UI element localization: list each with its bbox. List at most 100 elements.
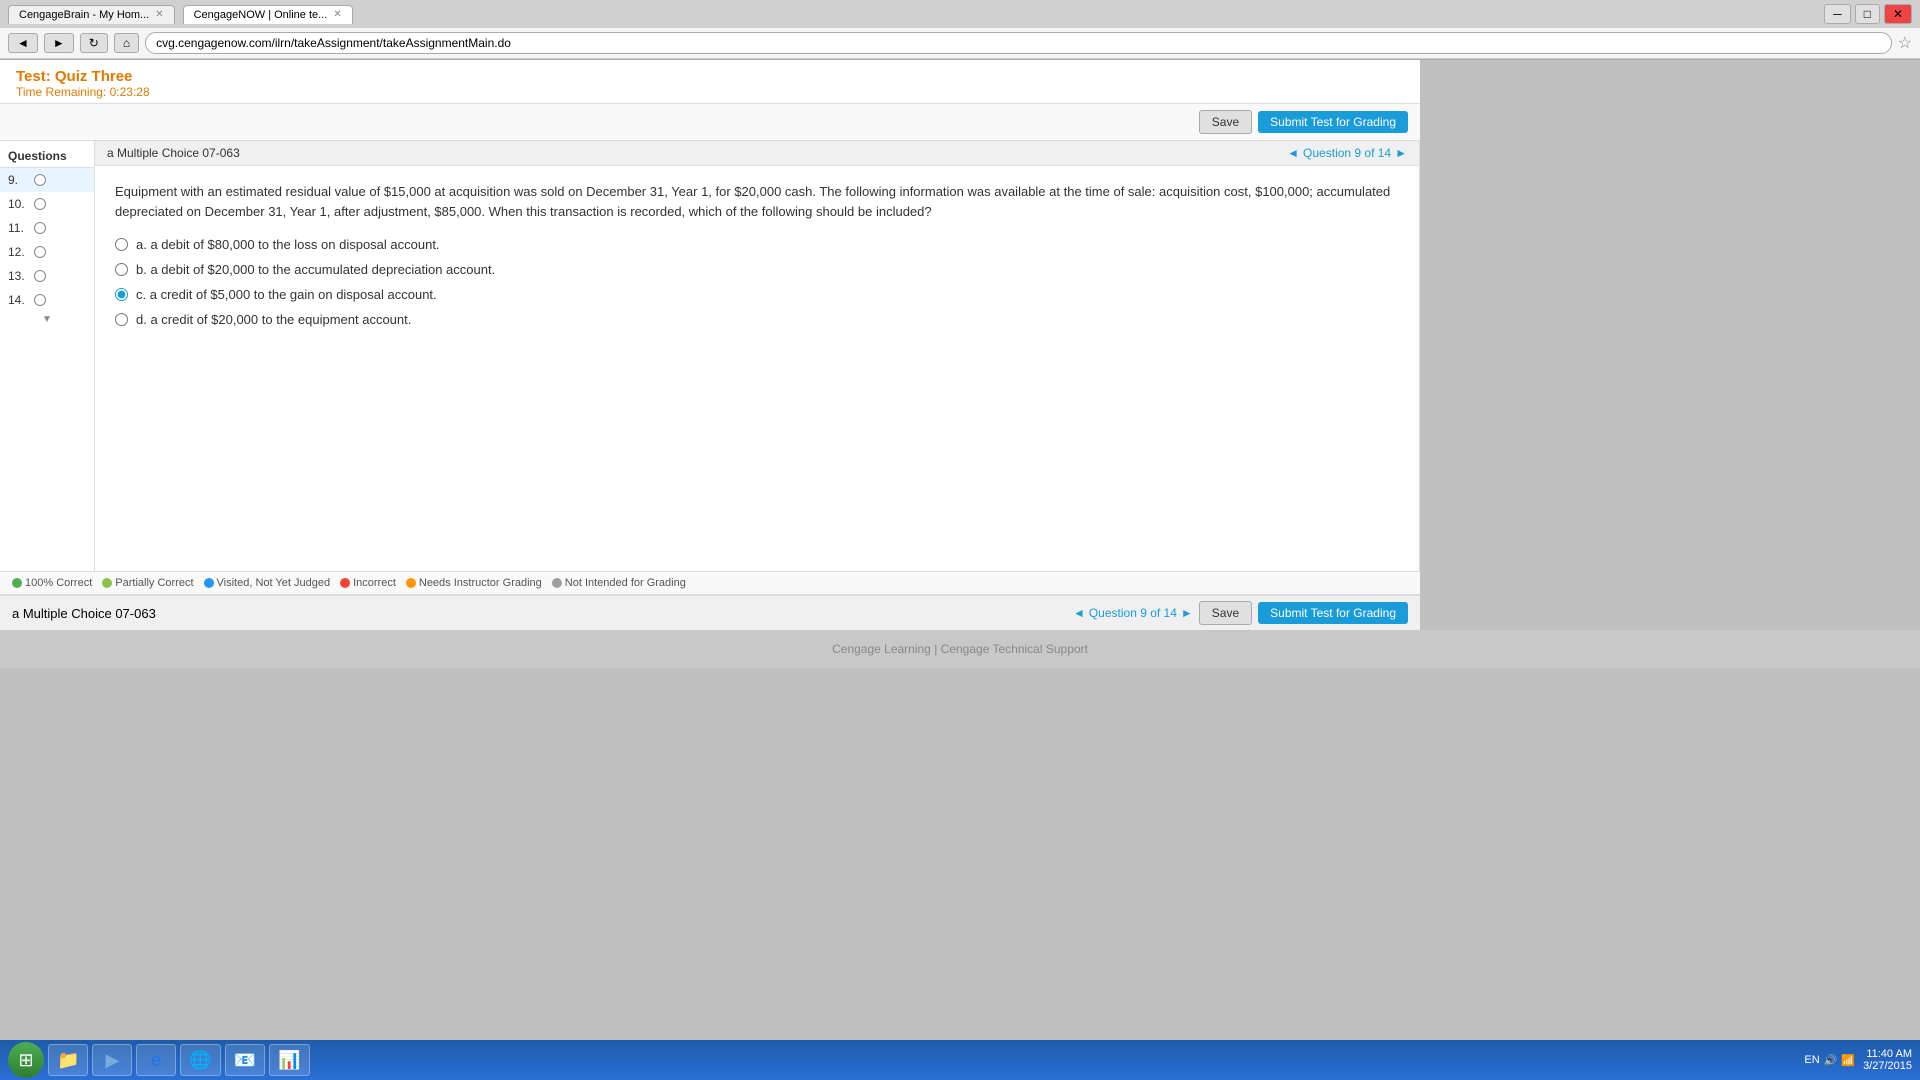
question-area: a Multiple Choice 07-063 ◄ Question 9 of… xyxy=(95,141,1420,571)
taskbar-app-video[interactable]: ▶ xyxy=(92,1044,132,1076)
bottom-save-button[interactable]: Save xyxy=(1199,601,1252,625)
taskbar-app-outlook[interactable]: 📧 xyxy=(225,1044,265,1076)
radio-b[interactable] xyxy=(115,263,128,276)
nav-next-icon[interactable]: ► xyxy=(1395,146,1407,160)
excel-icon: 📊 xyxy=(278,1050,300,1071)
legend-visited-dot xyxy=(204,578,214,588)
legend-correct: 100% Correct xyxy=(12,577,92,589)
main-layout: Questions 9. 10. 11. 12. 13. 1 xyxy=(0,141,1420,571)
q-num-12: 12. xyxy=(8,245,28,259)
q-radio-11 xyxy=(34,222,46,234)
tray-keyboard-icon: EN xyxy=(1804,1054,1819,1066)
sidebar-item-11[interactable]: 11. xyxy=(0,216,94,240)
sidebar-item-13[interactable]: 13. xyxy=(0,264,94,288)
bottom-right: ◄ Question 9 of 14 ► Save Submit Test fo… xyxy=(1073,601,1408,625)
tab-2[interactable]: CengageNOW | Online te... ✕ xyxy=(183,5,353,24)
question-label: a Multiple Choice 07-063 xyxy=(107,146,240,160)
legend-not-graded: Not Intended for Grading xyxy=(552,577,686,589)
footer-cengage-link[interactable]: Cengage Learning xyxy=(832,642,931,656)
tab-1-close[interactable]: ✕ xyxy=(155,9,163,20)
back-button[interactable]: ◄ xyxy=(8,33,38,53)
choice-c[interactable]: c. a credit of $5,000 to the gain on dis… xyxy=(115,287,1399,302)
sidebar-item-9[interactable]: 9. xyxy=(0,168,94,192)
legend-partial-dot xyxy=(102,578,112,588)
page-content: Test: Quiz Three Time Remaining: 0:23:28… xyxy=(0,60,1420,630)
question-nav: ◄ Question 9 of 14 ► xyxy=(1287,146,1407,160)
radio-c[interactable] xyxy=(115,288,128,301)
page-footer: Cengage Learning | Cengage Technical Sup… xyxy=(0,630,1920,668)
taskbar-app-excel[interactable]: 📊 xyxy=(269,1044,309,1076)
sidebar-item-14[interactable]: 14. xyxy=(0,288,94,312)
bottom-question-label: a Multiple Choice 07-063 xyxy=(12,606,156,621)
url-bar[interactable] xyxy=(145,32,1892,54)
sidebar-item-12[interactable]: 12. xyxy=(0,240,94,264)
legend-incorrect-dot xyxy=(340,578,350,588)
choice-a-text: a. a debit of $80,000 to the loss on dis… xyxy=(136,237,440,252)
close-button[interactable]: ✕ xyxy=(1884,4,1912,24)
sidebar-item-10[interactable]: 10. xyxy=(0,192,94,216)
test-title: Test: Quiz Three xyxy=(16,68,1404,85)
legend-visited-label: Visited, Not Yet Judged xyxy=(217,577,331,589)
legend-instructor-dot xyxy=(406,578,416,588)
taskbar-left: ⊞ 📁 ▶ e 🌐 📧 📊 xyxy=(8,1042,310,1078)
legend-incorrect-label: Incorrect xyxy=(353,577,396,589)
legend-partial: Partially Correct xyxy=(102,577,193,589)
top-save-button[interactable]: Save xyxy=(1199,110,1252,134)
home-button[interactable]: ⌂ xyxy=(114,33,139,53)
nav-bar: ◄ ► ↻ ⌂ ☆ xyxy=(0,28,1920,59)
taskbar-app-chrome[interactable]: 🌐 xyxy=(180,1044,220,1076)
clock-date: 3/27/2015 xyxy=(1863,1060,1912,1072)
q-radio-12 xyxy=(34,246,46,258)
choice-b-text: b. a debit of $20,000 to the accumulated… xyxy=(136,262,495,277)
taskbar-right: EN 🔊 📶 11:40 AM 3/27/2015 xyxy=(1804,1048,1912,1072)
q-num-14: 14. xyxy=(8,293,28,307)
bottom-submit-button[interactable]: Submit Test for Grading xyxy=(1258,602,1408,624)
clock-time: 11:40 AM xyxy=(1863,1048,1912,1060)
explorer-icon: 📁 xyxy=(57,1050,79,1071)
question-text: Equipment with an estimated residual val… xyxy=(115,182,1399,221)
tray-volume-icon[interactable]: 🔊 xyxy=(1824,1054,1838,1067)
q-radio-14 xyxy=(34,294,46,306)
bottom-question-info: a Multiple Choice 07-063 xyxy=(12,606,156,621)
bottom-nav-prev[interactable]: ◄ xyxy=(1073,606,1085,620)
radio-d[interactable] xyxy=(115,313,128,326)
outlook-icon: 📧 xyxy=(234,1050,256,1071)
radio-a[interactable] xyxy=(115,238,128,251)
choices: a. a debit of $80,000 to the loss on dis… xyxy=(115,237,1399,327)
legend-not-graded-dot xyxy=(552,578,562,588)
choice-b[interactable]: b. a debit of $20,000 to the accumulated… xyxy=(115,262,1399,277)
taskbar-clock: 11:40 AM 3/27/2015 xyxy=(1863,1048,1912,1072)
bottom-nav-text: Question 9 of 14 xyxy=(1089,606,1177,620)
tab-1[interactable]: CengageBrain - My Hom... ✕ xyxy=(8,5,175,24)
maximize-button[interactable]: □ xyxy=(1855,4,1880,24)
chrome-icon: 🌐 xyxy=(189,1050,211,1071)
bottom-nav-next[interactable]: ► xyxy=(1181,606,1193,620)
system-tray: EN 🔊 📶 xyxy=(1804,1054,1855,1067)
time-remaining: Time Remaining: 0:23:28 xyxy=(16,85,1404,99)
legend-correct-dot xyxy=(12,578,22,588)
legend-instructor: Needs Instructor Grading xyxy=(406,577,542,589)
top-toolbar: Save Submit Test for Grading xyxy=(0,104,1420,141)
tab-2-close[interactable]: ✕ xyxy=(333,9,341,20)
taskbar: ⊞ 📁 ▶ e 🌐 📧 📊 EN 🔊 📶 11:40 AM 3/27/2015 xyxy=(0,1040,1920,1080)
legend-incorrect: Incorrect xyxy=(340,577,396,589)
bookmark-icon[interactable]: ☆ xyxy=(1898,33,1912,53)
start-button[interactable]: ⊞ xyxy=(8,1042,44,1078)
refresh-button[interactable]: ↻ xyxy=(80,33,108,53)
footer-support-link[interactable]: Cengage Technical Support xyxy=(941,642,1088,656)
minimize-button[interactable]: ─ xyxy=(1824,4,1851,24)
choice-a[interactable]: a. a debit of $80,000 to the loss on dis… xyxy=(115,237,1399,252)
q-num-10: 10. xyxy=(8,197,28,211)
taskbar-app-ie[interactable]: e xyxy=(136,1044,176,1076)
tray-network-icon[interactable]: 📶 xyxy=(1841,1054,1855,1067)
choice-d[interactable]: d. a credit of $20,000 to the equipment … xyxy=(115,312,1399,327)
question-nav-text: Question 9 of 14 xyxy=(1303,146,1391,160)
nav-prev-icon[interactable]: ◄ xyxy=(1287,146,1299,160)
top-submit-button[interactable]: Submit Test for Grading xyxy=(1258,111,1408,133)
taskbar-app-explorer[interactable]: 📁 xyxy=(48,1044,88,1076)
forward-button[interactable]: ► xyxy=(44,33,74,53)
q-radio-9 xyxy=(34,174,46,186)
title-bar: CengageBrain - My Hom... ✕ CengageNOW | … xyxy=(0,0,1920,28)
q-num-13: 13. xyxy=(8,269,28,283)
sidebar-scroll-down[interactable]: ▼ xyxy=(0,312,94,327)
